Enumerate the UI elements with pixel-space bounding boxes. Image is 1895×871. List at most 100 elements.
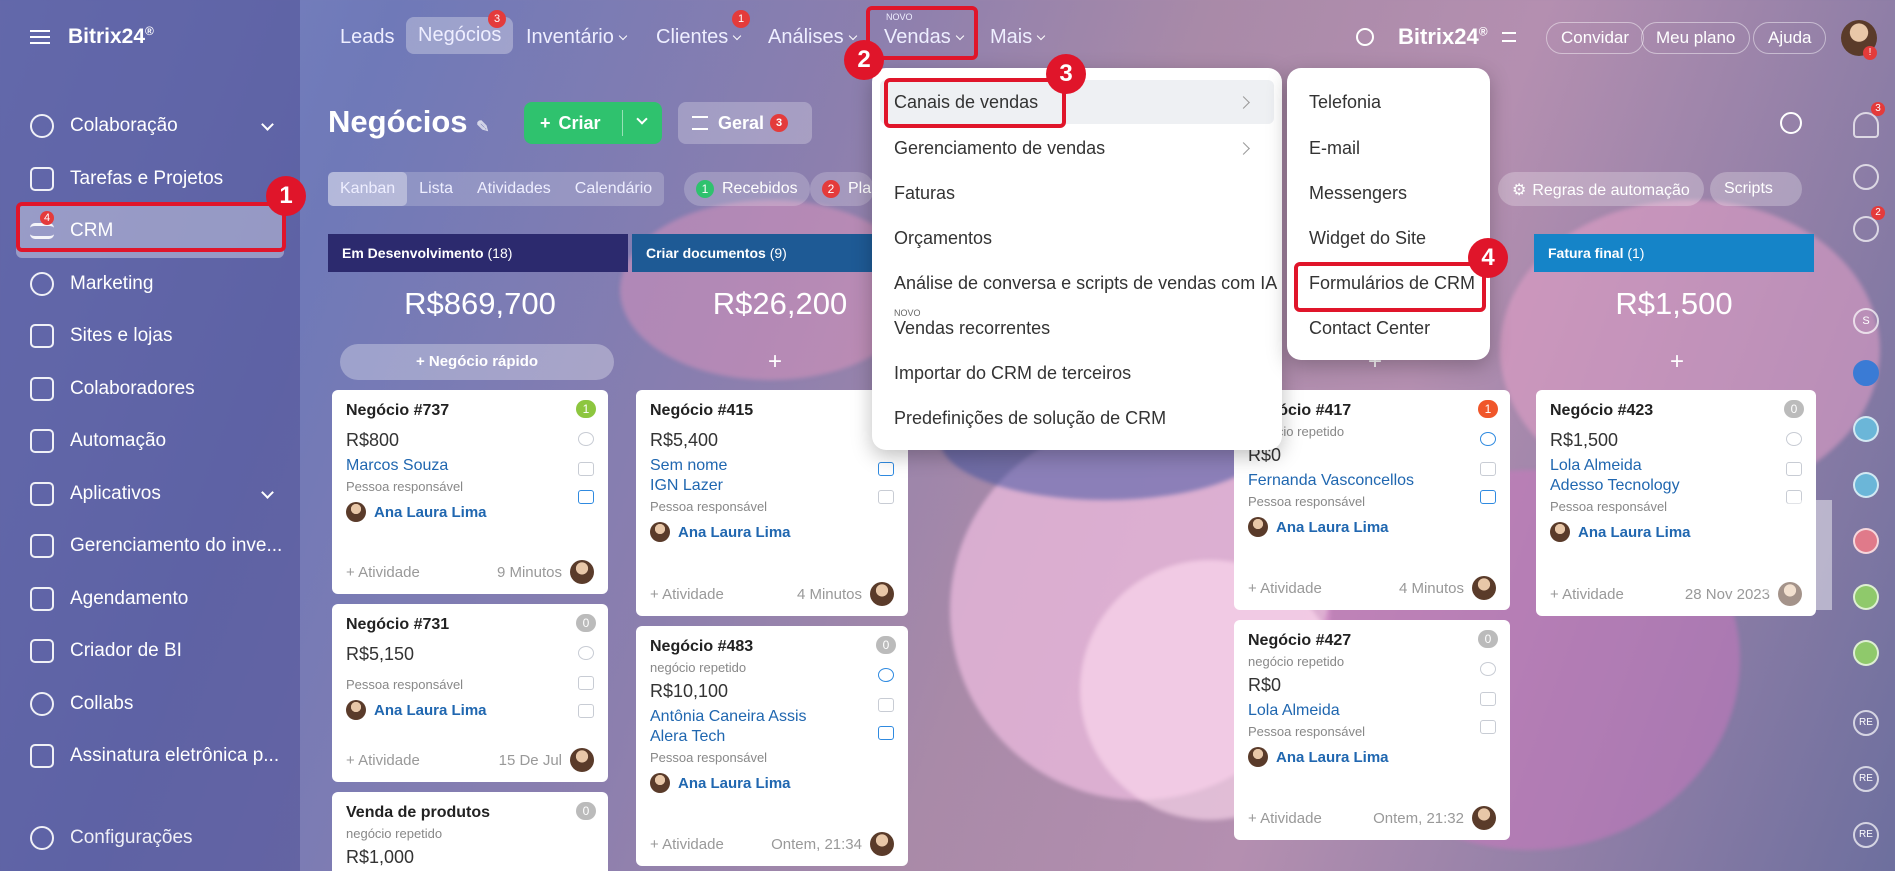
add-activity-link[interactable]: + Atividade [1248, 580, 1322, 597]
contact-link[interactable]: Antônia Caneira Assis [650, 708, 894, 726]
sidebar-item-assinatura[interactable]: Assinatura eletrônica p... [0, 730, 300, 783]
avatar[interactable]: RE [1853, 710, 1879, 736]
sidebar-item-tarefas[interactable]: Tarefas e Projetos [0, 153, 300, 206]
deal-card[interactable]: Negócio #415 R$5,400 Sem nome IGN Lazer … [636, 390, 908, 616]
sidebar-item-sites[interactable]: Sites e lojas [0, 310, 300, 363]
responsible-user[interactable]: Ana Laura Lima [346, 700, 594, 720]
sidebar-item-colaboradores[interactable]: Colaboradores [0, 363, 300, 416]
deal-card[interactable]: Negócio #731 0 R$5,150 Pessoa responsáve… [332, 604, 608, 782]
column-header[interactable]: Em Desenvolvimento (18) [328, 234, 628, 272]
responsible-user[interactable]: Ana Laura Lima [346, 502, 594, 522]
tab-clientes[interactable]: Clientes [656, 26, 742, 49]
sidebar-item-aplicativos[interactable]: Aplicativos [0, 468, 300, 521]
tab-kanban[interactable]: Kanban [328, 172, 408, 206]
sidebar-item-colaboracao[interactable]: Colaboração [0, 100, 300, 153]
mail-icon[interactable] [1786, 462, 1802, 476]
automation-rules-button[interactable]: ⚙ Regras de automação [1498, 172, 1704, 206]
mail-icon[interactable] [1480, 462, 1496, 476]
mail-icon[interactable] [1480, 692, 1496, 706]
mail-icon[interactable] [878, 698, 894, 712]
add-activity-link[interactable]: + Atividade [650, 586, 724, 603]
chat-icon[interactable] [878, 726, 894, 740]
responsible-user[interactable]: Ana Laura Lima [650, 522, 894, 542]
phone-icon[interactable] [1480, 432, 1496, 446]
column-header[interactable]: Criar documentos (9) [632, 234, 892, 272]
chat-icon[interactable] [578, 704, 594, 718]
company-link[interactable]: Alera Tech [650, 728, 894, 746]
gear-icon[interactable] [1780, 112, 1802, 134]
deal-card[interactable]: Negócio #427 0 negócio repetido R$0 Lola… [1234, 620, 1510, 840]
menu-item-predefinicoes[interactable]: Predefinições de solução de CRM [894, 408, 1166, 429]
mail-icon[interactable] [578, 462, 594, 476]
responsible-user[interactable]: Ana Laura Lima [650, 773, 894, 793]
tab-leads[interactable]: Leads [340, 26, 395, 49]
avatar[interactable]: RE [1853, 766, 1879, 792]
sidebar-item-agendamento[interactable]: Agendamento [0, 573, 300, 626]
add-activity-link[interactable]: + Atividade [1248, 810, 1322, 827]
scripts-button[interactable]: Scripts [1710, 172, 1802, 206]
sliders-icon[interactable] [1502, 32, 1516, 42]
deal-card[interactable]: Negócio #483 0 negócio repetido R$10,100… [636, 626, 908, 866]
menu-item-gerenciamento[interactable]: Gerenciamento de vendas [894, 138, 1105, 159]
help-button[interactable]: Ajuda [1753, 22, 1827, 54]
menu-item-recorrentes[interactable]: Vendas recorrentes [894, 318, 1050, 339]
submenu-widget[interactable]: Widget do Site [1309, 228, 1426, 249]
phone-icon[interactable] [1480, 662, 1496, 676]
received-counter[interactable]: 1 Recebidos [684, 172, 810, 206]
task-icon[interactable] [1853, 640, 1879, 666]
tab-inventario[interactable]: Inventário [526, 26, 628, 49]
activity-icon[interactable] [1853, 164, 1879, 190]
deal-card[interactable]: Venda de produtos 0 negócio repetido R$1… [332, 792, 608, 871]
task-icon[interactable] [1853, 472, 1879, 498]
add-deal-icon[interactable]: + [760, 348, 790, 376]
column-header[interactable]: Fatura final (1) [1534, 234, 1814, 272]
responsible-user[interactable]: Ana Laura Lima [1248, 517, 1496, 537]
add-activity-link[interactable]: + Atividade [346, 752, 420, 769]
phone-icon[interactable] [878, 668, 894, 682]
phone-icon[interactable] [578, 646, 594, 660]
chevron-down-icon[interactable] [636, 113, 648, 125]
tab-calendario[interactable]: Calendário [563, 172, 664, 206]
chat-icon[interactable] [878, 490, 894, 504]
search-icon[interactable] [1356, 28, 1374, 46]
chat-icon[interactable] [1480, 490, 1496, 504]
mail-icon[interactable] [578, 676, 594, 690]
sidebar-item-bi[interactable]: Criador de BI [0, 625, 300, 678]
contact-link[interactable]: Marcos Souza [346, 457, 594, 475]
plan-button[interactable]: Meu plano [1641, 22, 1751, 54]
menu-item-analise[interactable]: Análise de conversa e scripts de vendas … [894, 273, 1277, 294]
chat-icon[interactable] [1480, 720, 1496, 734]
tab-mais[interactable]: Mais [990, 26, 1046, 49]
submenu-messengers[interactable]: Messengers [1309, 183, 1407, 204]
menu-item-orcamentos[interactable]: Orçamentos [894, 228, 992, 249]
phone-icon[interactable] [1786, 432, 1802, 446]
tab-lista[interactable]: Lista [407, 172, 465, 206]
task-icon[interactable] [1853, 416, 1879, 442]
invite-button[interactable]: Convidar [1546, 22, 1645, 54]
sidebar-item-marketing[interactable]: Marketing [0, 258, 300, 311]
filter-button[interactable]: Geral 3 [678, 102, 812, 144]
quick-deal-button[interactable]: + Negócio rápido [340, 344, 614, 380]
planned-counter[interactable]: 2 Pla [810, 172, 874, 206]
tab-analises[interactable]: Análises [768, 26, 857, 49]
pin-icon[interactable]: ✎ [476, 119, 489, 136]
add-activity-link[interactable]: + Atividade [650, 836, 724, 853]
task-icon[interactable] [1853, 528, 1879, 554]
menu-item-faturas[interactable]: Faturas [894, 183, 955, 204]
bookmark-icon[interactable] [1853, 360, 1879, 386]
sidebar-item-collabs[interactable]: Collabs [0, 678, 300, 731]
submenu-email[interactable]: E-mail [1309, 138, 1360, 159]
contact-link[interactable]: Lola Almeida [1248, 702, 1496, 720]
submenu-contact-center[interactable]: Contact Center [1309, 318, 1430, 339]
deal-card[interactable]: Negócio #737 1 R$800 Marcos Souza Pessoa… [332, 390, 608, 594]
bell-icon[interactable] [1853, 112, 1879, 138]
avatar[interactable]: RE [1853, 822, 1879, 848]
company-link[interactable]: Adesso Tecnology [1550, 477, 1802, 495]
menu-icon[interactable] [30, 29, 50, 44]
contact-link[interactable]: Sem nome [650, 457, 894, 475]
logo[interactable]: Bitrix24® [30, 24, 154, 49]
avatar[interactable]: S [1853, 308, 1879, 334]
contact-link[interactable]: Fernanda Vasconcellos [1248, 472, 1496, 490]
tab-atividades[interactable]: Atividades [465, 172, 563, 206]
create-button[interactable]: + Criar [524, 102, 662, 144]
